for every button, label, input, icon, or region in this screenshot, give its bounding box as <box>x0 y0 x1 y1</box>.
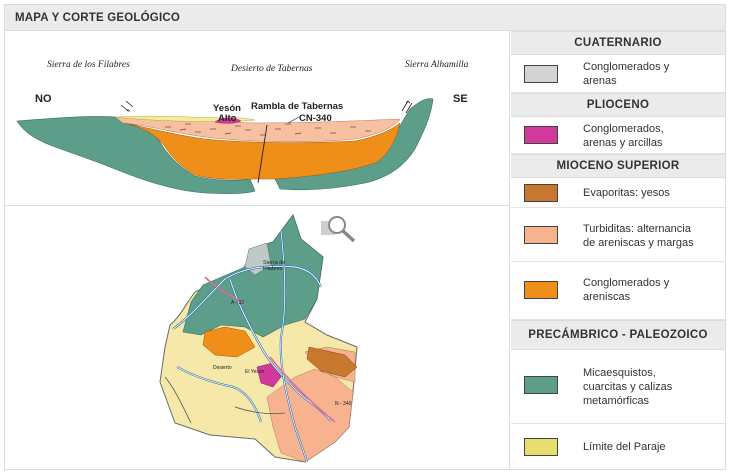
legend-swatch <box>524 65 558 83</box>
legend-line: Turbiditas: alternancia <box>583 223 691 235</box>
legend-item: Conglomerados y areniscas <box>511 262 725 320</box>
legend-text: Micaesquistos, cuarcitas y calizas metam… <box>583 366 719 408</box>
legend-heading-plioceno: PLIOCENO <box>511 93 725 117</box>
legend-text: Límite del Paraje <box>583 440 719 454</box>
legend-text: Conglomerados y areniscas <box>583 276 719 304</box>
label-desierto-tabernas: Desierto de Tabernas <box>230 64 313 74</box>
legend-line: Conglomerados y <box>583 277 670 289</box>
map-label-el-yeson: El Yesón <box>245 369 265 375</box>
label-sierra-filabres: Sierra de los Filabres <box>47 60 130 70</box>
legend-item: Evaporitas: yesos <box>511 178 725 208</box>
legend-swatch <box>524 438 558 456</box>
label-cn340: CN-340 <box>299 113 332 124</box>
legend-line: Micaesquistos, <box>583 367 656 379</box>
map-drawing: Sierra de Filabres A - 92 Desierto El Ye… <box>159 213 358 463</box>
legend-text: Evaporitas: yesos <box>583 186 719 200</box>
legend-line: Conglomerados, <box>583 123 664 135</box>
legend-line: Conglomerados y <box>583 61 670 73</box>
legend-heading-precambrico: PRECÁMBRICO - PALEOZOICO <box>511 320 725 350</box>
label-se: SE <box>453 93 468 105</box>
label-no: NO <box>35 93 52 105</box>
legend-swatch <box>524 281 558 299</box>
legend-item: Turbiditas: alternancia de areniscas y m… <box>511 208 725 262</box>
legend-swatch <box>524 376 558 394</box>
legend-line: cuarcitas y calizas <box>583 381 673 393</box>
legend-item: Límite del Paraje <box>511 424 725 469</box>
label-alto: Alto <box>218 113 237 124</box>
geology-panel: MAPA Y CORTE GEOLÓGICO Sierra de los Fil… <box>4 4 726 470</box>
legend-swatch <box>524 126 558 144</box>
legend-swatch <box>524 226 558 244</box>
left-column: Sierra de los Filabres Desierto de Taber… <box>5 31 510 469</box>
metamorphic-zone <box>182 214 324 338</box>
map-label-filabres: Filabres <box>263 266 283 272</box>
legend: CUATERNARIO Conglomerados y arenas PLIOC… <box>511 31 725 469</box>
legend-line: arenas y arcillas <box>583 137 663 149</box>
legend-heading-cuaternario: CUATERNARIO <box>511 31 725 55</box>
legend-item: Conglomerados, arenas y arcillas <box>511 117 725 154</box>
legend-swatch <box>524 184 558 202</box>
panel-title: MAPA Y CORTE GEOLÓGICO <box>5 5 725 31</box>
legend-text: Conglomerados, arenas y arcillas <box>583 122 719 150</box>
magnifier-icon[interactable] <box>321 216 356 243</box>
legend-text: Turbiditas: alternancia de areniscas y m… <box>583 222 719 250</box>
legend-line: Límite del Paraje <box>583 441 666 453</box>
legend-line: metamórficas <box>583 395 650 407</box>
legend-line: areniscas <box>583 291 631 303</box>
legend-item: Micaesquistos, cuarcitas y calizas metam… <box>511 350 725 424</box>
legend-text: Conglomerados y arenas <box>583 60 719 88</box>
label-rambla: Rambla de Tabernas <box>251 101 343 112</box>
map-label-a92: A - 92 <box>231 300 244 306</box>
label-sierra-alhamilla: Sierra Alhamilla <box>405 60 469 70</box>
legend-item: Conglomerados y arenas <box>511 55 725 93</box>
road-leader <box>287 116 300 124</box>
legend-heading-mioceno: MIOCENO SUPERIOR <box>511 154 725 178</box>
legend-line: Evaporitas: yesos <box>583 187 670 199</box>
fault-arrow-left <box>120 100 134 112</box>
geological-map: Sierra de Filabres A - 92 Desierto El Ye… <box>5 207 509 469</box>
legend-line: arenas <box>583 75 617 87</box>
map-label-n340: N - 340 <box>335 401 352 407</box>
cross-section-drawing: Sierra de los Filabres Desierto de Taber… <box>16 60 469 194</box>
map-label-desierto: Desierto <box>213 365 232 371</box>
cross-section: Sierra de los Filabres Desierto de Taber… <box>5 31 509 206</box>
legend-line: de areniscas y margas <box>583 237 694 249</box>
